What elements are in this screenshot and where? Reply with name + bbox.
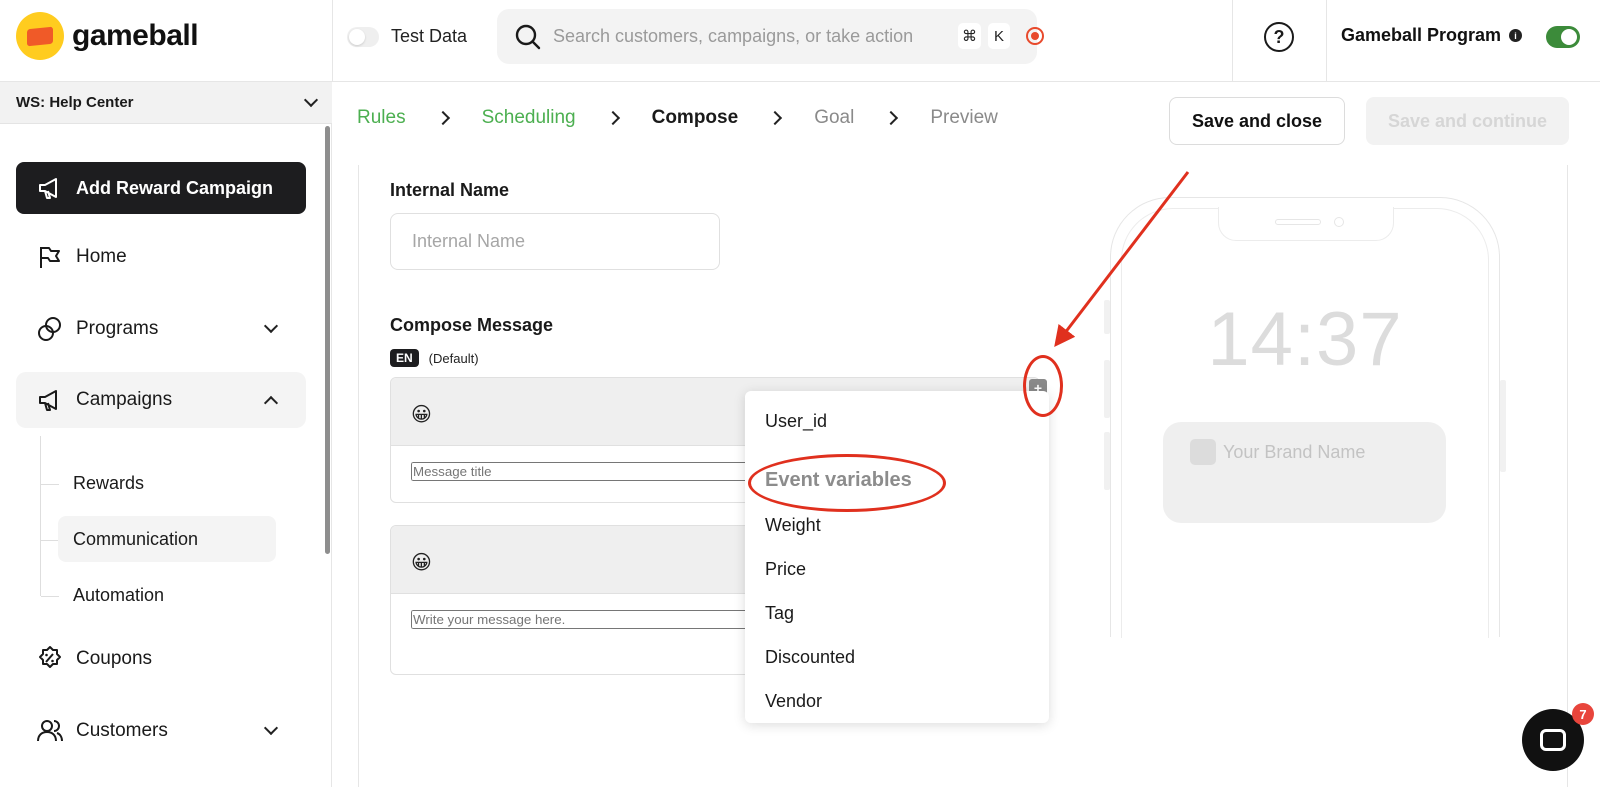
chat-icon — [1540, 729, 1566, 751]
chat-launcher[interactable]: 7 — [1522, 703, 1594, 771]
annotation-circle — [748, 454, 946, 512]
app-root: gameball Test Data ⌘ K ? Gameball Progra… — [0, 0, 1600, 787]
annotation-arrow — [1054, 171, 1190, 348]
notification-badge: 7 — [1572, 703, 1594, 725]
annotation-circle — [1023, 355, 1063, 417]
